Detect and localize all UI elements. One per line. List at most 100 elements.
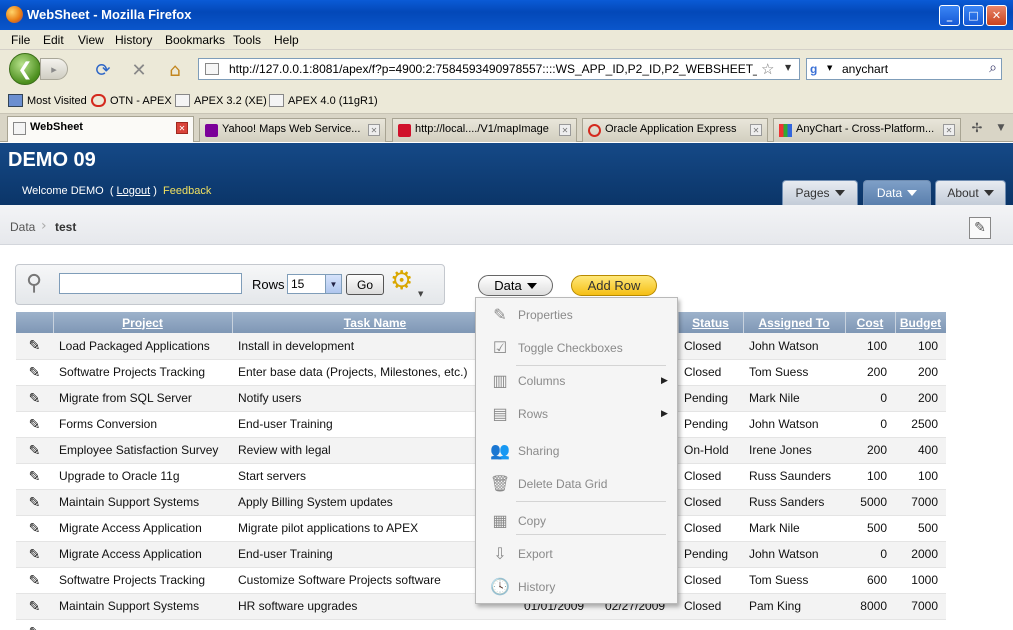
menu-item-columns[interactable]: ▥ Columns ▶	[476, 364, 677, 397]
edit-page-icon[interactable]: ✎	[969, 217, 991, 239]
menu-bookmarks[interactable]: Bookmarks	[165, 33, 225, 47]
bookmark-otn-apex[interactable]: OTN - APEX	[91, 94, 172, 107]
app-header: DEMO 09 Welcome DEMO ( Logout ) Feedback…	[0, 143, 1013, 205]
close-tab-icon[interactable]: ✕	[750, 124, 762, 136]
edit-row-pencil-icon[interactable]: ✎	[16, 359, 53, 386]
cell-cost: 100	[845, 463, 895, 490]
cell-assigned-to: John Watson	[743, 541, 845, 568]
close-tab-icon[interactable]: ✕	[176, 122, 188, 134]
menu-help[interactable]: Help	[274, 33, 299, 47]
tab-map-image[interactable]: http://local..../V1/mapImage ✕	[392, 118, 577, 142]
menu-view[interactable]: View	[78, 33, 104, 47]
menu-item-properties[interactable]: ✎ Properties	[476, 298, 677, 331]
search-engine-dropdown-icon[interactable]: ▼	[827, 64, 832, 72]
column-header-assigned-to[interactable]: Assigned To	[743, 312, 846, 333]
nav-tab-pages[interactable]: Pages	[782, 180, 858, 205]
tab-websheet[interactable]: WebSheet ✕	[7, 116, 194, 142]
menu-item-rows[interactable]: ▤ Rows ▶	[476, 397, 677, 430]
trash-icon: 🗑	[489, 475, 511, 493]
rows-select[interactable]: 15 ▼	[287, 274, 342, 294]
cell-project	[53, 619, 232, 630]
nav-tab-data[interactable]: Data	[863, 180, 931, 205]
add-row-button[interactable]: Add Row	[571, 275, 657, 296]
menu-item-export[interactable]: ⇩ Export	[476, 537, 677, 570]
menu-item-delete-data-grid[interactable]: 🗑 Delete Data Grid	[476, 467, 677, 500]
menu-item-label: History	[518, 579, 556, 594]
menu-item-sharing[interactable]: 👥 Sharing	[476, 434, 677, 467]
stop-icon[interactable]: ✕	[128, 59, 150, 81]
edit-row-pencil-icon[interactable]: ✎	[16, 411, 53, 438]
tab-list-icon[interactable]: ▼	[990, 117, 1012, 139]
edit-row-pencil-icon[interactable]: ✎	[16, 385, 53, 412]
cell-status	[678, 619, 743, 630]
search-icon[interactable]: ⌕	[989, 60, 997, 76]
search-input[interactable]	[59, 273, 242, 294]
nav-tab-about[interactable]: About	[935, 180, 1006, 205]
bookmarks-toolbar: Most Visited OTN - APEX APEX 3.2 (XE) AP…	[0, 88, 1013, 114]
home-icon[interactable]: ⌂	[164, 59, 186, 81]
url-text: http://127.0.0.1:8081/apex/f?p=4900:2:75…	[229, 62, 757, 76]
edit-row-pencil-icon[interactable]: ✎	[16, 489, 53, 516]
logout-link[interactable]: Logout	[117, 185, 151, 197]
edit-row-pencil-icon[interactable]: ✎	[16, 541, 53, 568]
close-window-button[interactable]: ✕	[986, 5, 1007, 26]
cell-budget: 1000	[895, 567, 946, 594]
column-header-project[interactable]: Project	[53, 312, 233, 333]
bookmark-apex-40[interactable]: APEX 4.0 (11gR1)	[269, 94, 378, 107]
column-header-status[interactable]: Status	[678, 312, 744, 333]
bookmark-star-icon[interactable]: ☆	[761, 60, 774, 78]
column-header-budget[interactable]: Budget	[895, 312, 946, 333]
forward-button[interactable]: ▸	[40, 58, 68, 80]
bookmark-most-visited[interactable]: Most Visited	[8, 94, 87, 107]
feedback-link[interactable]: Feedback	[163, 185, 211, 197]
address-bar[interactable]: http://127.0.0.1:8081/apex/f?p=4900:2:75…	[198, 58, 800, 80]
tab-anychart[interactable]: AnyChart - Cross-Platform... ✕	[773, 118, 961, 142]
menu-item-label: Copy	[518, 513, 547, 528]
go-button[interactable]: Go	[346, 274, 384, 295]
breadcrumb-data-link[interactable]: Data	[10, 220, 35, 234]
edit-row-pencil-icon[interactable]: ✎	[16, 619, 53, 630]
edit-row-pencil-icon[interactable]: ✎	[16, 333, 53, 360]
cell-status: Pending	[678, 411, 743, 438]
data-menu-button[interactable]: Data	[478, 275, 553, 296]
export-icon: ⇩	[493, 545, 507, 563]
tab-oracle-apex[interactable]: Oracle Application Express ✕	[582, 118, 768, 142]
edit-row-pencil-icon[interactable]: ✎	[16, 463, 53, 490]
menu-item-history[interactable]: 🕓 History	[476, 570, 677, 603]
menu-file[interactable]: File	[11, 33, 30, 47]
reload-icon[interactable]: ⟳	[92, 59, 114, 81]
edit-row-pencil-icon[interactable]: ✎	[16, 515, 53, 542]
edit-row-pencil-icon[interactable]: ✎	[16, 567, 53, 594]
search-column-icon[interactable]: ⚲	[26, 271, 60, 301]
close-tab-icon[interactable]: ✕	[368, 124, 380, 136]
cell-project: Upgrade to Oracle 11g	[53, 463, 232, 490]
cell-cost: 600	[845, 567, 895, 594]
cell-budget: 500	[895, 515, 946, 542]
menu-item-label: Properties	[518, 307, 573, 322]
tab-yahoo-maps[interactable]: Yahoo! Maps Web Service... ✕	[199, 118, 386, 142]
close-tab-icon[interactable]: ✕	[943, 124, 955, 136]
cell-project: Migrate from SQL Server	[53, 385, 232, 412]
gear-icon[interactable]: ⚙	[390, 268, 413, 294]
url-history-dropdown-icon[interactable]: ▼	[785, 63, 791, 72]
browser-tab-strip: WebSheet ✕ Yahoo! Maps Web Service... ✕ …	[0, 114, 1013, 142]
page-icon	[205, 63, 219, 75]
new-tab-icon[interactable]: ✢	[966, 117, 988, 139]
cell-budget: 100	[895, 333, 946, 360]
close-tab-icon[interactable]: ✕	[559, 124, 571, 136]
column-header-cost[interactable]: Cost	[845, 312, 896, 333]
google-icon[interactable]: g	[810, 62, 826, 76]
bookmark-apex-32[interactable]: APEX 3.2 (XE)	[175, 94, 267, 107]
search-bar[interactable]: g ▼ anychart ⌕	[806, 58, 1002, 80]
maximize-button[interactable]: □	[963, 5, 984, 26]
menu-item-toggle-checkboxes[interactable]: ☑ Toggle Checkboxes	[476, 331, 677, 364]
menu-item-copy[interactable]: ▦ Copy	[476, 504, 677, 537]
edit-row-pencil-icon[interactable]: ✎	[16, 437, 53, 464]
edit-row-pencil-icon[interactable]: ✎	[16, 593, 53, 620]
menu-history[interactable]: History	[115, 33, 152, 47]
back-button[interactable]: ❮	[9, 53, 41, 85]
menu-tools[interactable]: Tools	[233, 33, 261, 47]
menu-edit[interactable]: Edit	[43, 33, 64, 47]
minimize-button[interactable]: _	[939, 5, 960, 26]
chart-icon	[779, 124, 792, 137]
